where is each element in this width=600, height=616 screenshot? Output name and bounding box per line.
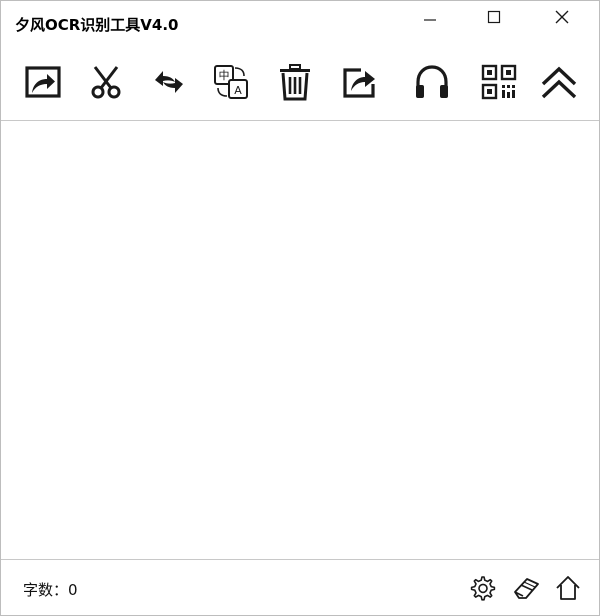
close-button[interactable] [539,1,585,33]
home-icon [556,576,580,600]
status-bar: 字数：0 [1,560,599,615]
maximize-button[interactable] [471,1,517,33]
gear-icon [470,576,496,601]
settings-button[interactable] [466,572,498,604]
home-button[interactable] [552,572,584,604]
translate-icon: 中 A [214,65,248,99]
headphones-icon [416,65,448,98]
cut-button[interactable] [83,59,129,105]
trash-icon [280,64,310,101]
screenshot-capture-icon [25,66,61,98]
toolbar: 中 A [1,53,599,115]
share-button[interactable] [336,59,382,105]
window-title: 夕风OCR识别工具V4.0 [15,16,179,34]
share-export-icon [343,68,375,98]
clear-button[interactable] [510,572,542,604]
qr-code-icon [481,64,517,100]
convert-button[interactable] [146,59,192,105]
translate-button[interactable]: 中 A [208,59,254,105]
double-chevron-up-icon [541,66,577,99]
word-count: 字数：0 [23,581,78,599]
title-bar[interactable]: 夕风OCR识别工具V4.0 [1,1,599,45]
minimize-icon [424,19,436,21]
translate-glyph-bottom: A [234,84,242,97]
qr-code-button[interactable] [476,59,522,105]
maximize-icon [487,10,501,24]
scissors-icon [91,66,121,99]
translate-glyph-top: 中 [219,69,230,82]
screenshot-button[interactable] [20,59,66,105]
minimize-button[interactable] [407,1,453,33]
collapse-button[interactable] [536,59,582,105]
delete-button[interactable] [272,59,318,105]
close-icon [555,10,569,24]
app-window: 夕风OCR识别工具V4.0 中 A 字数：0 [0,0,600,616]
read-aloud-button[interactable] [409,59,455,105]
eraser-icon [514,578,539,599]
swap-arrows-icon [155,71,183,93]
ocr-result-textarea[interactable] [1,121,599,559]
